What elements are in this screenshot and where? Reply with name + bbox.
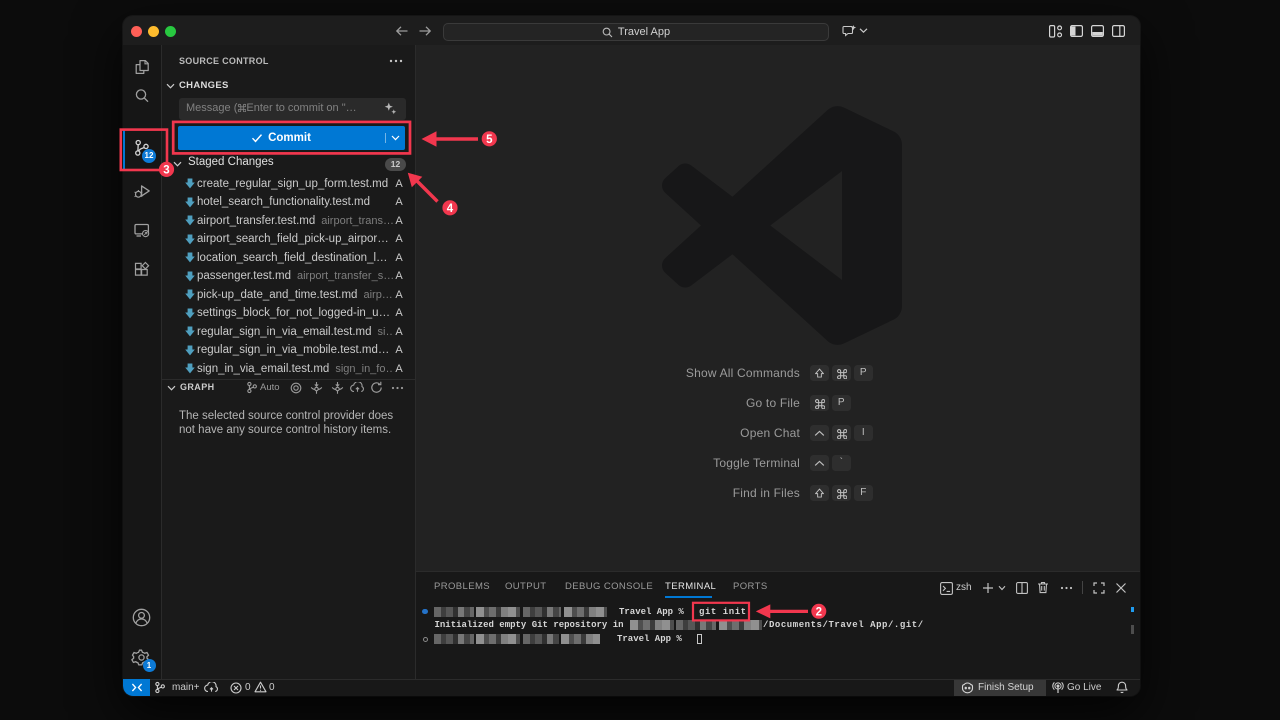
svg-text:3: 3 bbox=[163, 165, 169, 177]
svg-text:2: 2 bbox=[816, 606, 822, 618]
svg-text:4: 4 bbox=[447, 203, 454, 215]
svg-text:5: 5 bbox=[486, 134, 493, 146]
